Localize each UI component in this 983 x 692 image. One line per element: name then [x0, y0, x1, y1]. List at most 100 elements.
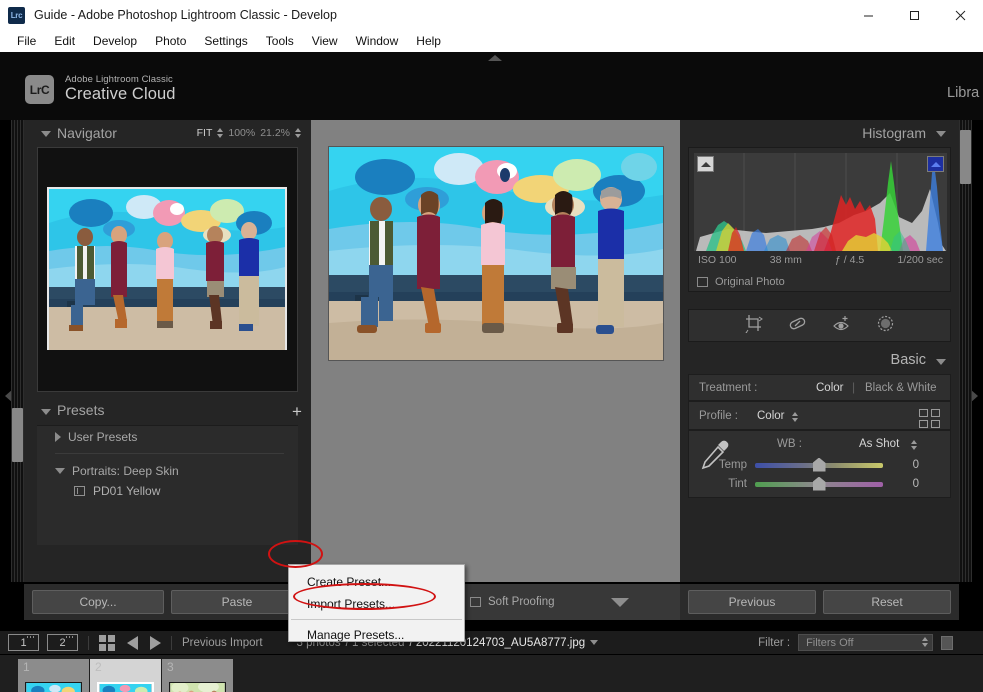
presets-list: User Presets Portraits: Deep Skin PD01 Y…: [37, 425, 298, 545]
grid-view-icon[interactable]: [99, 634, 115, 651]
navigator-disclosure-icon[interactable]: [41, 131, 51, 137]
zoom-current-label[interactable]: 21.2%: [260, 127, 290, 139]
left-panel-scrollbar[interactable]: [11, 120, 24, 582]
identity-plate[interactable]: LrC Adobe Lightroom Classic Creative Clo…: [25, 75, 176, 104]
basic-disclosure-icon[interactable]: [936, 359, 946, 365]
menu-item-import-presets[interactable]: Import Presets...: [289, 593, 464, 615]
basic-panel-header[interactable]: Basic: [680, 348, 959, 375]
wb-stepper-icon[interactable]: [911, 440, 917, 450]
secondary-display-1-button[interactable]: 1: [8, 634, 39, 651]
profile-stepper-icon[interactable]: [792, 412, 798, 422]
wb-value[interactable]: As Shot: [859, 438, 899, 450]
filename-dropdown-icon[interactable]: [590, 640, 599, 645]
red-eye-icon[interactable]: [832, 314, 851, 338]
right-panel-scrollbar[interactable]: [959, 120, 972, 582]
preset-group-user-presets[interactable]: User Presets: [37, 426, 298, 447]
image-preview-area[interactable]: [311, 120, 680, 582]
highlight-clipping-indicator[interactable]: [927, 156, 944, 172]
reset-button[interactable]: Reset: [823, 590, 951, 614]
filmstrip-thumb-3[interactable]: 3: [162, 659, 233, 692]
filmstrip-thumb-1[interactable]: 1: [18, 659, 89, 692]
white-balance-eyedropper-icon[interactable]: [697, 437, 733, 478]
menu-photo[interactable]: Photo: [146, 32, 195, 50]
navigator-header[interactable]: Navigator FIT 100% 21.2%: [24, 120, 311, 147]
presets-disclosure-icon[interactable]: [41, 409, 51, 415]
filter-select[interactable]: Filters Off: [798, 634, 934, 651]
histogram-disclosure-icon[interactable]: [936, 131, 946, 137]
zoom-current-stepper-icon[interactable]: [295, 128, 301, 138]
toolbar-dropdown-icon[interactable]: [611, 597, 630, 607]
histogram-graph[interactable]: [694, 153, 947, 251]
divider: [171, 635, 172, 650]
filter-label: Filter :: [758, 636, 791, 649]
source-label[interactable]: Previous Import: [182, 637, 263, 649]
histogram-panel: ISO 100 38 mm ƒ / 4.5 1/200 sec Original…: [688, 147, 951, 292]
menu-edit[interactable]: Edit: [45, 32, 84, 50]
menu-develop[interactable]: Develop: [84, 32, 146, 50]
filmstrip-thumb-2[interactable]: 2: [90, 659, 161, 692]
window-controls: [845, 0, 983, 30]
copy-paste-bar: Copy... Paste: [24, 584, 311, 620]
original-photo-toggle[interactable]: Original Photo: [697, 276, 785, 288]
zoom-fit-stepper-icon[interactable]: [217, 128, 224, 138]
spot-removal-icon[interactable]: [788, 314, 807, 338]
crop-overlay-icon[interactable]: [744, 314, 763, 338]
right-scroll-thumb[interactable]: [960, 130, 971, 184]
menu-file[interactable]: File: [8, 32, 45, 50]
treatment-color-option[interactable]: Color: [816, 382, 843, 394]
checkbox-icon[interactable]: [697, 277, 708, 287]
preset-group-portraits-deep-skin[interactable]: Portraits: Deep Skin: [37, 460, 298, 481]
copy-button[interactable]: Copy...: [32, 590, 164, 614]
thumb-index: 3: [167, 660, 174, 674]
profile-browser-button[interactable]: [919, 409, 940, 428]
menu-window[interactable]: Window: [347, 32, 408, 50]
tint-value[interactable]: 0: [883, 478, 927, 490]
temp-value[interactable]: 0: [883, 459, 927, 471]
close-button[interactable]: [937, 0, 983, 30]
menu-help[interactable]: Help: [407, 32, 450, 50]
filter-toggle-button[interactable]: [941, 635, 954, 650]
zoom-100-label[interactable]: 100%: [228, 127, 255, 139]
menu-settings[interactable]: Settings: [195, 32, 256, 50]
minimize-button[interactable]: [845, 0, 891, 30]
maximize-button[interactable]: [891, 0, 937, 30]
develop-toolbar: Copy... Paste B A Y Y Soft Proofing: [0, 582, 983, 622]
temp-slider-knob[interactable]: [812, 457, 826, 472]
top-panel-toggle-arrow[interactable]: [488, 55, 502, 61]
histogram-header[interactable]: Histogram: [680, 120, 959, 147]
menu-view[interactable]: View: [303, 32, 347, 50]
temp-label: Temp: [718, 459, 747, 471]
tint-slider-knob[interactable]: [812, 476, 826, 491]
previous-button[interactable]: Previous: [688, 590, 816, 614]
masking-icon[interactable]: [876, 314, 895, 338]
paste-button[interactable]: Paste: [171, 590, 303, 614]
shadow-clipping-indicator[interactable]: [697, 156, 714, 172]
soft-proofing-checkbox-icon[interactable]: [470, 597, 481, 607]
menu-item-create-preset[interactable]: Create Preset...: [289, 571, 464, 593]
left-scroll-thumb[interactable]: [12, 408, 23, 462]
go-forward-arrow-icon[interactable]: [150, 635, 161, 650]
soft-proofing-toggle[interactable]: Soft Proofing: [470, 596, 554, 608]
preset-group-label: User Presets: [68, 429, 138, 444]
menu-item-manage-presets[interactable]: Manage Presets...: [289, 624, 464, 646]
tint-slider-track[interactable]: [755, 476, 883, 491]
main-photo[interactable]: [328, 146, 664, 361]
menu-tools[interactable]: Tools: [257, 32, 303, 50]
filter-stepper-icon[interactable]: [922, 637, 929, 647]
lrc-logo-icon: LrC: [25, 75, 54, 104]
profile-value[interactable]: Color: [757, 410, 784, 422]
go-back-arrow-icon[interactable]: [127, 635, 138, 650]
secondary-display-2-button[interactable]: 2: [47, 634, 78, 651]
context-menu-divider: [291, 619, 462, 620]
zoom-fit-label[interactable]: FIT: [197, 127, 213, 139]
treatment-bw-option[interactable]: Black & White: [865, 382, 937, 394]
preset-item-pd01-yellow[interactable]: PD01 Yellow: [37, 481, 298, 501]
add-preset-button[interactable]: +: [289, 403, 305, 421]
navigator-preview[interactable]: [37, 147, 298, 392]
exif-shutter-speed: 1/200 sec: [897, 254, 943, 266]
presets-header[interactable]: Presets +: [24, 398, 311, 425]
temp-slider-track[interactable]: [755, 457, 883, 472]
filmstrip-info-bar: 1 2 Previous Import 3 photos / 1 selecte…: [0, 630, 983, 655]
module-picker-library[interactable]: Libra: [947, 85, 983, 101]
treatment-separator: |: [852, 380, 856, 394]
